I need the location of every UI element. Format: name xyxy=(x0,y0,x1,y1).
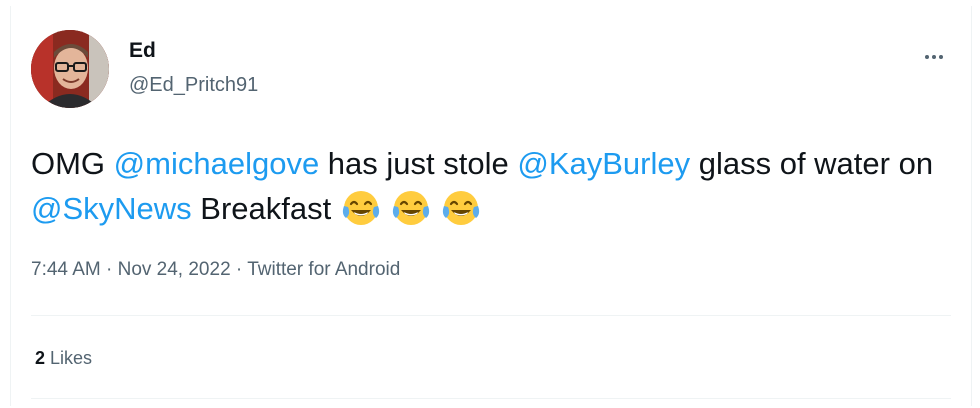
divider xyxy=(31,315,951,316)
more-horizontal-icon-dot xyxy=(939,55,943,59)
tweet-source[interactable]: Twitter for Android xyxy=(247,259,400,280)
tweet-text-segment: glass of water on xyxy=(690,146,934,181)
tweet-card: Ed @Ed_Pritch91 OMG @michaelgove has jus… xyxy=(10,6,972,406)
tweet-time[interactable]: 7:44 AM xyxy=(31,259,101,280)
more-options-button[interactable] xyxy=(917,40,951,74)
author-names: Ed @Ed_Pritch91 xyxy=(129,38,258,98)
tweet-metadata: 7:44 AM · Nov 24, 2022 · Twitter for And… xyxy=(31,257,400,283)
more-horizontal-icon xyxy=(925,55,929,59)
tweet-header: Ed @Ed_Pritch91 xyxy=(31,30,951,112)
more-horizontal-icon-dot xyxy=(932,55,936,59)
author-handle[interactable]: @Ed_Pritch91 xyxy=(129,72,258,98)
author-display-name[interactable]: Ed xyxy=(129,38,258,64)
meta-separator: · xyxy=(100,259,118,280)
mention-link[interactable]: @SkyNews xyxy=(31,191,192,226)
mention-link[interactable]: @KayBurley xyxy=(517,146,690,181)
mention-link[interactable]: @michaelgove xyxy=(114,146,320,181)
likes-count: 2 xyxy=(35,348,46,368)
likes-label: Likes xyxy=(45,348,93,368)
face-with-tears-of-joy-icon xyxy=(390,186,432,228)
tweet-text-segment: OMG xyxy=(31,146,114,181)
divider xyxy=(31,398,951,399)
tweet-text-segment: has just stole xyxy=(319,146,518,181)
tweet-date[interactable]: Nov 24, 2022 xyxy=(118,259,231,280)
face-with-tears-of-joy-icon xyxy=(440,186,482,228)
tweet-text: OMG @michaelgove has just stole @KayBurl… xyxy=(31,142,971,231)
meta-separator: · xyxy=(230,259,248,280)
avatar[interactable] xyxy=(31,30,109,108)
likes-link[interactable]: 2 Likes xyxy=(35,345,92,371)
tweet-text-segment: Breakfast xyxy=(191,191,340,226)
face-with-tears-of-joy-icon xyxy=(340,186,382,228)
avatar-image xyxy=(31,30,109,108)
